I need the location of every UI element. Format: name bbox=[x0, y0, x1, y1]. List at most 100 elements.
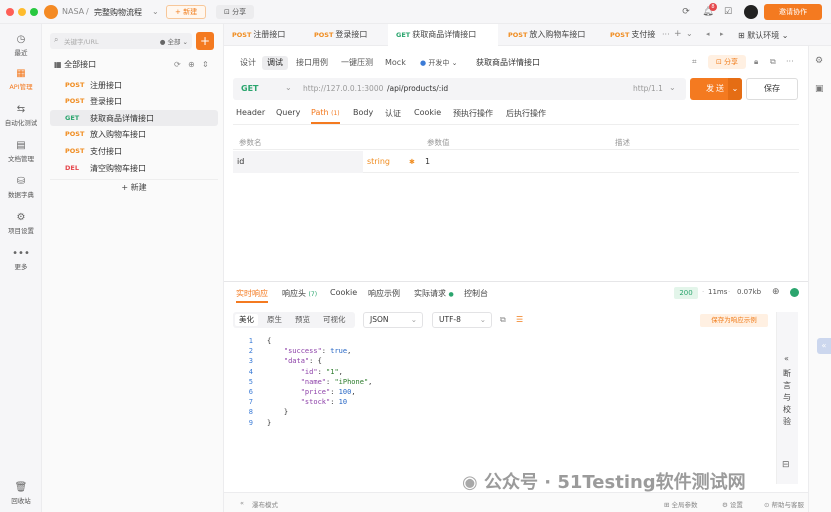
rail-item-more[interactable]: ••• 更多 bbox=[0, 248, 42, 271]
tab-actual-request[interactable]: 实际请求 ● bbox=[414, 288, 454, 303]
settings-icon[interactable]: ⚙ bbox=[815, 56, 823, 66]
tab-design[interactable]: 设计 bbox=[235, 56, 261, 70]
param-name-cell[interactable] bbox=[233, 151, 363, 173]
sidebar-item-add-cart[interactable]: POST 放入购物车接口 bbox=[50, 126, 218, 142]
tab-menu-icon[interactable]: ⌄ bbox=[686, 29, 693, 38]
workspace-name[interactable]: NASA bbox=[62, 7, 84, 16]
chevron-down-icon[interactable]: ⌄ bbox=[152, 7, 159, 16]
code-icon[interactable]: ⌗ bbox=[692, 57, 697, 67]
copy-icon[interactable]: ⧉ bbox=[770, 57, 776, 67]
tab-response-cookie[interactable]: Cookie bbox=[330, 288, 357, 303]
tab-body[interactable]: Body bbox=[353, 108, 373, 124]
tab-console[interactable]: 控制台 bbox=[464, 288, 488, 303]
globe-icon[interactable]: ⊕ bbox=[772, 287, 780, 297]
param-type[interactable]: string bbox=[367, 157, 390, 166]
rail-item-settings[interactable]: ⚙ 项目设置 bbox=[0, 212, 42, 235]
method-select[interactable]: GET bbox=[241, 84, 259, 93]
rail-item-dictionary[interactable]: ⛁ 数据字典 bbox=[0, 176, 42, 199]
global-params-button[interactable]: ⊞ 全局参数 bbox=[664, 499, 698, 509]
invite-button[interactable]: 邀请协作 bbox=[764, 4, 822, 20]
tab-product-detail[interactable]: GET 获取商品详情接口 bbox=[388, 24, 498, 46]
settings-button[interactable]: ⚙ 设置 bbox=[722, 499, 743, 509]
prev-tab-icon[interactable]: ◂ bbox=[706, 30, 710, 38]
send-menu-icon[interactable]: ⌄ bbox=[728, 78, 742, 100]
sidebar-item-register[interactable]: POST 注册接口 bbox=[50, 77, 218, 93]
share-api-button[interactable]: ⊡ 分享 bbox=[708, 55, 746, 69]
lock-icon[interactable]: 🔒︎ bbox=[754, 57, 758, 67]
rail-item-docs[interactable]: ▤ 文档管理 bbox=[0, 140, 42, 163]
tab-query[interactable]: Query bbox=[276, 108, 300, 124]
format-select[interactable]: JSON ⌄ bbox=[363, 312, 423, 328]
format-icon[interactable]: ☰ bbox=[516, 315, 523, 324]
sidebar-item-pay[interactable]: POST 支付接口 bbox=[50, 143, 218, 159]
refresh-icon[interactable]: ⟳ bbox=[174, 60, 181, 69]
sidebar-new-button[interactable]: + 新建 bbox=[50, 179, 218, 195]
new-button[interactable]: + 新建 bbox=[166, 5, 207, 19]
base-url[interactable]: http://127.0.0.1:3000 bbox=[303, 84, 383, 93]
minimize-window-button[interactable] bbox=[18, 8, 26, 16]
tab-test-case[interactable]: 接口用例 bbox=[291, 56, 333, 70]
tab-mock[interactable]: Mock bbox=[380, 56, 411, 70]
comment-icon[interactable]: ▣ bbox=[815, 84, 824, 94]
tab-visualize[interactable]: 可视化 bbox=[319, 314, 350, 326]
tab-login[interactable]: POST 登录接口 bbox=[306, 24, 386, 46]
tab-response-headers[interactable]: 响应头 (7) bbox=[282, 288, 317, 303]
sidebar-item-clear-cart[interactable]: DEL 清空购物车接口 bbox=[50, 160, 218, 176]
locate-icon[interactable]: ⊕ bbox=[188, 60, 195, 69]
chevron-down-icon[interactable]: ⌄ bbox=[285, 83, 292, 92]
rail-item-automation[interactable]: ⇆ 自动化测试 bbox=[0, 104, 42, 127]
checkbox-icon[interactable]: ☑ bbox=[722, 6, 734, 18]
panel-resizer[interactable] bbox=[224, 281, 808, 282]
save-example-button[interactable]: 保存为响应示例 bbox=[700, 314, 768, 327]
tab-auth[interactable]: 认证 bbox=[385, 108, 401, 124]
environment-select[interactable]: ⊞ 默认环境 ⌄ bbox=[738, 30, 789, 41]
avatar[interactable] bbox=[744, 5, 758, 19]
waterfall-mode[interactable]: 瀑布模式 bbox=[252, 499, 278, 509]
sidebar-item-product-detail[interactable]: GET 获取商品详情接口 bbox=[50, 110, 218, 126]
search-input[interactable]: ⌕ 关键字/URL ● 全部 ⌄ bbox=[50, 33, 192, 49]
tab-response-example[interactable]: 响应示例 bbox=[368, 288, 400, 303]
tab-stress-test[interactable]: 一键压测 bbox=[336, 56, 378, 70]
share-button[interactable]: ⊡ 分享 bbox=[216, 5, 255, 19]
tab-header[interactable]: Header bbox=[236, 108, 265, 124]
tab-pretty[interactable]: 美化 bbox=[235, 314, 258, 326]
tree-root[interactable]: ▦ 全部接口 bbox=[54, 59, 96, 70]
tab-path[interactable]: Path (1) bbox=[311, 108, 340, 124]
api-title[interactable]: 获取商品详情接口 bbox=[476, 57, 540, 68]
filter-select[interactable]: ● 全部 ⌄ bbox=[160, 36, 188, 46]
sidebar-item-login[interactable]: POST 登录接口 bbox=[50, 93, 218, 109]
param-name[interactable]: id bbox=[237, 157, 244, 166]
api-status[interactable]: ● 开发中 ⌄ bbox=[420, 58, 457, 68]
collapse-panel-icon[interactable]: « bbox=[817, 338, 831, 354]
path-input[interactable]: /api/products/:id bbox=[387, 84, 448, 93]
tab-pay[interactable]: POST 支付接 bbox=[602, 24, 660, 46]
tab-raw[interactable]: 原生 bbox=[263, 314, 286, 326]
panel-icon[interactable]: ⊟ bbox=[782, 460, 790, 470]
expand-icon[interactable]: ⇕ bbox=[202, 60, 209, 69]
param-value[interactable]: 1 bbox=[425, 157, 430, 166]
tab-pre-script[interactable]: 预执行操作 bbox=[453, 108, 493, 124]
rail-item-trash[interactable]: 🗑︎ 回收站 bbox=[0, 482, 42, 505]
rail-item-recent[interactable]: ◷ 最近 bbox=[0, 34, 42, 57]
project-name[interactable]: 完整购物流程 bbox=[94, 7, 142, 18]
tab-cookie[interactable]: Cookie bbox=[414, 108, 441, 124]
chevron-down-icon[interactable]: ⌄ bbox=[669, 83, 676, 92]
close-window-button[interactable] bbox=[6, 8, 14, 16]
tab-debug[interactable]: 调试 bbox=[262, 56, 288, 70]
help-button[interactable]: ⊙ 帮助与客服 bbox=[764, 499, 804, 509]
tab-post-script[interactable]: 后执行操作 bbox=[506, 108, 546, 124]
rail-item-api[interactable]: ▦ API管理 bbox=[0, 68, 42, 91]
copy-icon[interactable]: ⧉ bbox=[500, 315, 506, 325]
encoding-select[interactable]: UTF-8 ⌄ bbox=[432, 312, 492, 328]
save-button[interactable]: 保存 bbox=[746, 78, 798, 100]
refresh-icon[interactable]: ⟳ bbox=[680, 6, 692, 18]
protocol-select[interactable]: http/1.1 bbox=[633, 84, 663, 93]
collapse-icon[interactable]: « bbox=[240, 499, 244, 507]
maximize-window-button[interactable] bbox=[30, 8, 38, 16]
add-api-button[interactable]: + bbox=[196, 32, 214, 50]
add-tab-icon[interactable]: + bbox=[674, 29, 682, 39]
more-tabs-icon[interactable]: ··· bbox=[662, 30, 670, 39]
tab-add-cart[interactable]: POST 放入购物车接口 bbox=[500, 24, 600, 46]
tab-live-response[interactable]: 实时响应 bbox=[236, 288, 268, 303]
tab-preview[interactable]: 预览 bbox=[291, 314, 314, 326]
